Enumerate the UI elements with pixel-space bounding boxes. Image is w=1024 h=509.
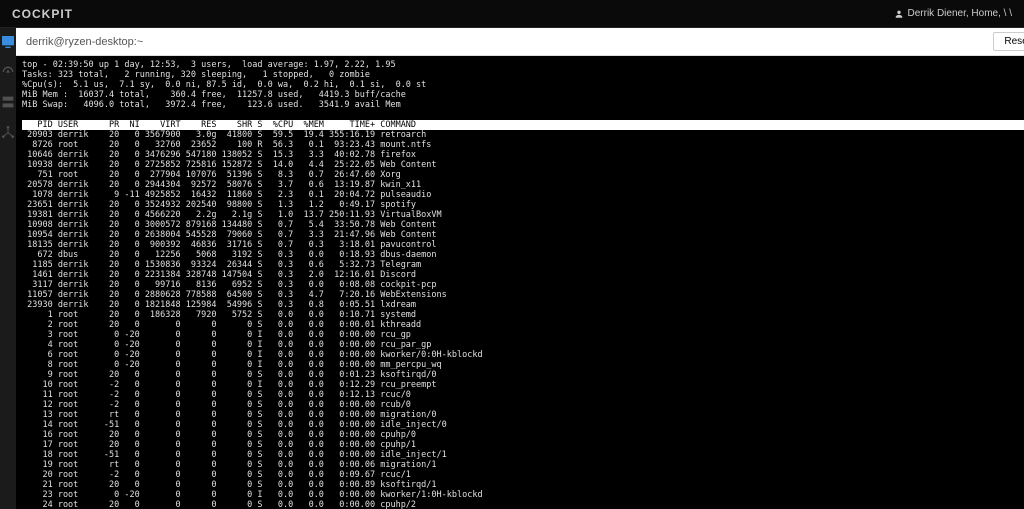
terminal-prompt: derrik@ryzen-desktop:~ [26, 36, 143, 48]
user-label: Derrik Diener, Home, \ \ [908, 8, 1012, 19]
terminal-header: derrik@ryzen-desktop:~ Reset [16, 28, 1024, 56]
top-bar: COCKPIT Derrik Diener, Home, \ \ [0, 0, 1024, 28]
dashboard-icon[interactable] [0, 34, 16, 50]
content-area: derrik@ryzen-desktop:~ Reset top - 02:39… [16, 28, 1024, 509]
reset-button[interactable]: Reset [993, 32, 1024, 51]
user-menu[interactable]: Derrik Diener, Home, \ \ [894, 8, 1012, 19]
terminal-output[interactable]: top - 02:39:50 up 1 day, 12:53, 3 users,… [16, 56, 1024, 509]
network-icon[interactable] [0, 124, 16, 140]
user-icon [894, 9, 904, 19]
brand-logo: COCKPIT [12, 7, 73, 21]
top-column-header: PID USER PR NI VIRT RES SHR S %CPU %MEM … [22, 120, 1024, 130]
servers-icon[interactable] [0, 94, 16, 110]
icon-rail [0, 28, 16, 509]
speedometer-icon[interactable] [0, 64, 16, 80]
